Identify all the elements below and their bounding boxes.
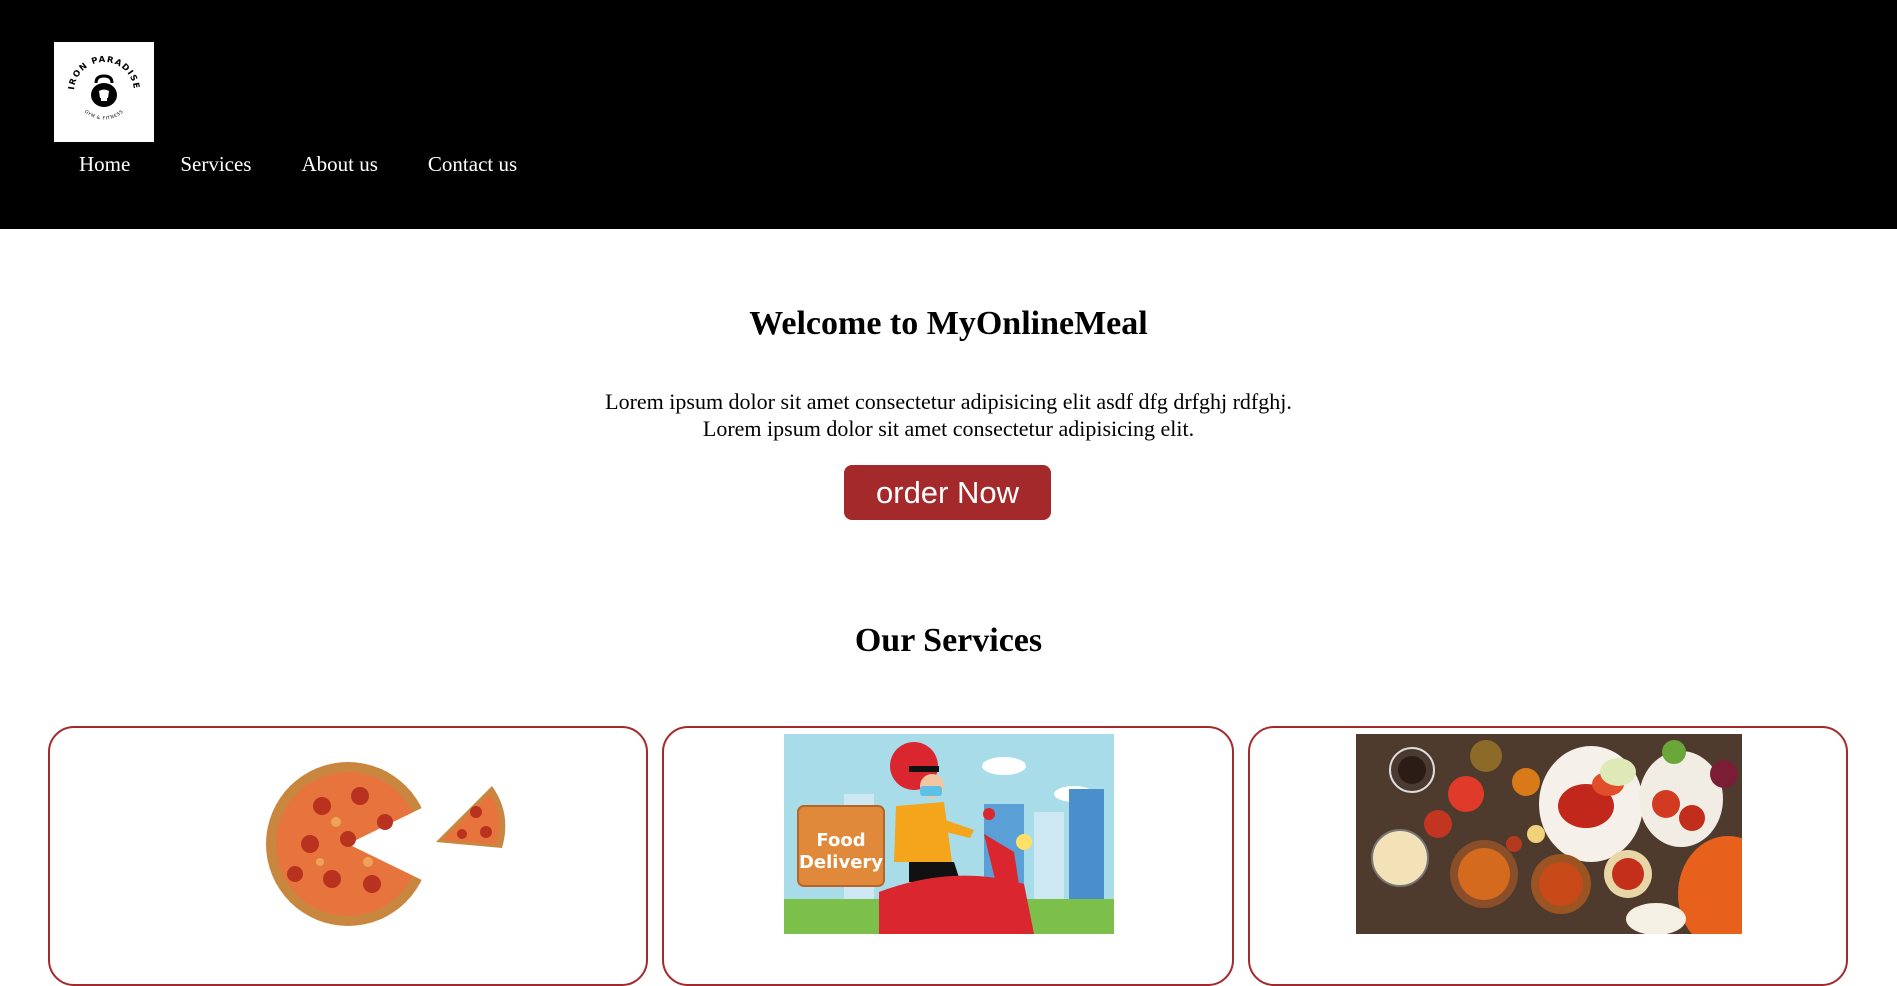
nav-services-link[interactable]: Services	[155, 150, 276, 178]
hero-description: Lorem ipsum dolor sit amet consectetur a…	[0, 388, 1897, 442]
nav-about-link[interactable]: About us	[276, 150, 402, 178]
brand-logo[interactable]: IRON PARADISE GYM & FITNESS	[54, 42, 154, 142]
svg-text:Delivery: Delivery	[799, 852, 883, 873]
food-delivery-image: Food Delivery	[784, 734, 1114, 934]
indian-food-spread-image	[1356, 734, 1742, 934]
main-nav: Home Services About us Contact us	[54, 150, 542, 178]
site-header: IRON PARADISE GYM & FITNESS Home Service…	[0, 0, 1897, 229]
nav-home-link[interactable]: Home	[54, 150, 155, 178]
pizza-image	[266, 762, 506, 926]
svg-text:Food: Food	[816, 830, 865, 851]
order-now-button[interactable]: order Now	[844, 465, 1051, 520]
service-card-delivery[interactable]: Food Delivery	[662, 726, 1234, 986]
service-card-pizza[interactable]	[48, 726, 648, 986]
hero-description-line-2: Lorem ipsum dolor sit amet consectetur a…	[702, 416, 1195, 441]
services-title: Our Services	[854, 622, 1043, 659]
svg-text:GYM & FITNESS: GYM & FITNESS	[83, 109, 125, 122]
kettlebell-logo-icon: IRON PARADISE GYM & FITNESS	[67, 55, 140, 122]
nav-contact-link[interactable]: Contact us	[403, 150, 542, 178]
hero-title: Welcome to MyOnlineMeal	[749, 305, 1148, 342]
service-card-cuisine[interactable]	[1248, 726, 1848, 986]
hero-description-line-1: Lorem ipsum dolor sit amet consectetur a…	[605, 389, 1292, 414]
